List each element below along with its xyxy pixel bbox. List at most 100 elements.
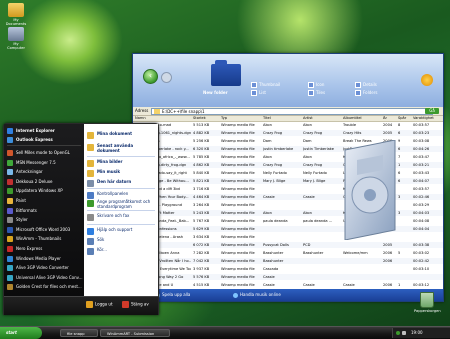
start-place-item[interactable]: Min musik <box>87 169 157 179</box>
start-menu-separator <box>87 156 155 157</box>
address-input[interactable]: E:\DC++\file snapp\1 <box>151 108 433 115</box>
start-recent-item[interactable]: WinAmm - Thumbnails <box>7 234 83 243</box>
logoff-button[interactable]: Logga ut <box>86 301 113 308</box>
view-icon[interactable]: Icon <box>308 82 324 88</box>
start-recent-item[interactable]: Windows Media Player <box>7 254 83 263</box>
start-recent-item[interactable]: Bitformats <box>7 206 83 215</box>
new-folder-icon[interactable] <box>211 60 241 86</box>
defaults-icon <box>87 200 94 207</box>
cell-dur: 00:03:10 <box>413 267 430 271</box>
cell-type: Winamp media file <box>221 171 255 175</box>
shop-music-link[interactable]: Handla musik online <box>233 292 281 298</box>
start-recent-item[interactable]: Uppdatera Windows XP <box>7 186 83 195</box>
column-header[interactable]: Artist <box>303 116 313 121</box>
volume-icon[interactable] <box>402 331 406 335</box>
cell-year: 2005 <box>383 243 393 247</box>
start-recent-item[interactable]: Alive 3GP Video Converter <box>7 263 83 272</box>
taskbar: start file snapp WinAmmART - Submission … <box>0 326 450 339</box>
start-place-item[interactable]: Skrivare och fax <box>87 213 157 223</box>
table-row[interactable]: cher-ghetto-mad5 513 KBWinamp media file… <box>133 122 443 128</box>
start-place-label: Mina dokument <box>97 131 133 136</box>
view-tiles[interactable]: Tiles <box>308 90 325 96</box>
network-icon[interactable] <box>396 331 400 335</box>
start-recent-item[interactable]: MSN Messenger 7.5 <box>7 158 83 167</box>
msn-icon <box>7 159 13 166</box>
word-icon <box>7 226 13 233</box>
start-place-item[interactable]: Ange programåtkomst och standardprogram <box>87 199 157 209</box>
cell-title: Pussycat Dolls <box>263 243 289 247</box>
table-row[interactable]: ishunter - Vrollten Når I ho... 7 042 KB W… <box>133 258 443 264</box>
table-row[interactable]: Cassie - Me and U4 515 KBWinamp media fi… <box>133 282 443 288</box>
cell-size: 5 785 KB <box>193 155 210 159</box>
search-icon <box>87 238 94 245</box>
start-recent-item[interactable]: Anteckningar <box>7 167 83 176</box>
column-header[interactable]: Storlek <box>193 116 206 121</box>
view-thumbnail[interactable]: Thumbnail <box>251 82 280 88</box>
cell-dur: 00:04:04 <box>413 227 430 231</box>
cell-type: Winamp media file <box>221 235 255 239</box>
start-recent-item[interactable]: Dekkoua 2 Deluxe <box>7 177 83 186</box>
cell-size: 5 576 KB <box>193 275 210 279</box>
table-row[interactable]: 6 072 KB Winamp media file Pussycat Dolls P… <box>133 242 443 248</box>
start-recent-item[interactable]: Styler <box>7 215 83 224</box>
desktop-icon-my-computer[interactable]: My Computer <box>5 27 27 50</box>
nero-icon <box>7 246 13 252</box>
shutdown-button[interactable]: Stäng av <box>122 301 149 308</box>
cell-type: Winamp media file <box>221 147 255 151</box>
start-button[interactable]: start <box>0 327 42 339</box>
cell-dur: 00:04:08 <box>413 219 430 223</box>
start-recent-item[interactable]: Universal Alive 3GP Video Conv... <box>7 273 83 282</box>
styler-icon <box>7 217 13 224</box>
view-list[interactable]: List <box>251 90 266 96</box>
column-header[interactable]: Varaktighet <box>413 116 434 121</box>
start-recent-item[interactable]: Paint <box>7 196 83 205</box>
start-place-item[interactable]: Senast använda dokument <box>87 143 157 153</box>
desktop-icon-label: My Documents <box>5 18 27 26</box>
start-pinned-item[interactable]: Outlook Express <box>7 135 83 144</box>
start-place-item[interactable]: Kör... <box>87 247 157 257</box>
start-place-item[interactable]: Mina bilder <box>87 159 157 169</box>
view-details[interactable]: Details <box>355 82 377 88</box>
column-header[interactable]: Titel <box>263 116 271 121</box>
start-recent-item[interactable]: Nero Express <box>7 244 83 253</box>
start-recent-item[interactable]: Microsoft Office Word 2003 <box>7 225 83 234</box>
go-button[interactable]: Gå <box>425 108 439 114</box>
table-row[interactable]: crazy_frog-1061_nights-dgn 4 882 KB Winamp… <box>133 130 443 136</box>
desktop-icon-my-documents[interactable]: My Documents <box>5 3 27 26</box>
cell-dur: 00:03:02 <box>413 251 430 255</box>
cell-title: Nelly Furtado <box>263 171 287 175</box>
start-pinned-item[interactable]: Internet Explorer <box>7 126 83 135</box>
start-place-item[interactable]: Sök <box>87 237 157 247</box>
column-header[interactable]: År <box>383 116 387 121</box>
documents-folder-icon <box>8 3 24 17</box>
new-folder-label[interactable]: New folder <box>203 90 228 95</box>
forward-button[interactable] <box>161 72 172 83</box>
start-recent-item[interactable]: Sell Miles mode to OpenGL <box>7 148 83 157</box>
column-header[interactable]: Spår <box>398 116 406 121</box>
column-header[interactable]: Albumtitel <box>343 116 362 121</box>
cell-dur: 00:03:08 <box>413 139 430 143</box>
cell-dur: 00:03:23 <box>413 131 430 135</box>
cell-dur: 00:03:29 <box>413 203 430 207</box>
table-row[interactable]: Cassie - Long Way 2 Go 5 576 KB Winamp med… <box>133 274 443 280</box>
table-row[interactable]: fromuke - Ikoen Anna 7 282 KB Winamp media… <box>133 250 443 256</box>
cell-type: Winamp media file <box>221 211 255 215</box>
taskbar-task[interactable]: WinAmmART - Submission <box>100 329 170 337</box>
view-label: Folders <box>363 90 378 95</box>
start-place-label: Kontrollpanelen <box>97 191 129 196</box>
start-item-label: Paint <box>16 198 26 203</box>
back-button[interactable]: ‹ <box>143 69 158 84</box>
start-place-item[interactable]: Mina dokument <box>87 131 157 141</box>
taskbar-task[interactable]: file snapp <box>60 329 98 337</box>
play-all-link[interactable]: Spela upp alla <box>155 292 190 298</box>
view-folders[interactable]: Folders <box>355 90 377 96</box>
start-recent-item[interactable]: Golden Crest for files och mest... <box>7 282 83 291</box>
column-header[interactable]: Namn <box>135 116 146 121</box>
desktop-icon-recycle-bin[interactable]: Papperskorgen <box>414 292 441 313</box>
cell-size: 3 634 KB <box>193 235 210 239</box>
favorites-star-icon[interactable] <box>421 74 433 86</box>
start-place-item[interactable]: Hjälp och support <box>87 227 157 237</box>
cell-album: Welcome/mm <box>343 251 368 255</box>
column-header[interactable]: Typ <box>221 116 227 121</box>
table-row[interactable]: Cascada - Everytime We Tou... 3 937 KB Win… <box>133 266 443 272</box>
